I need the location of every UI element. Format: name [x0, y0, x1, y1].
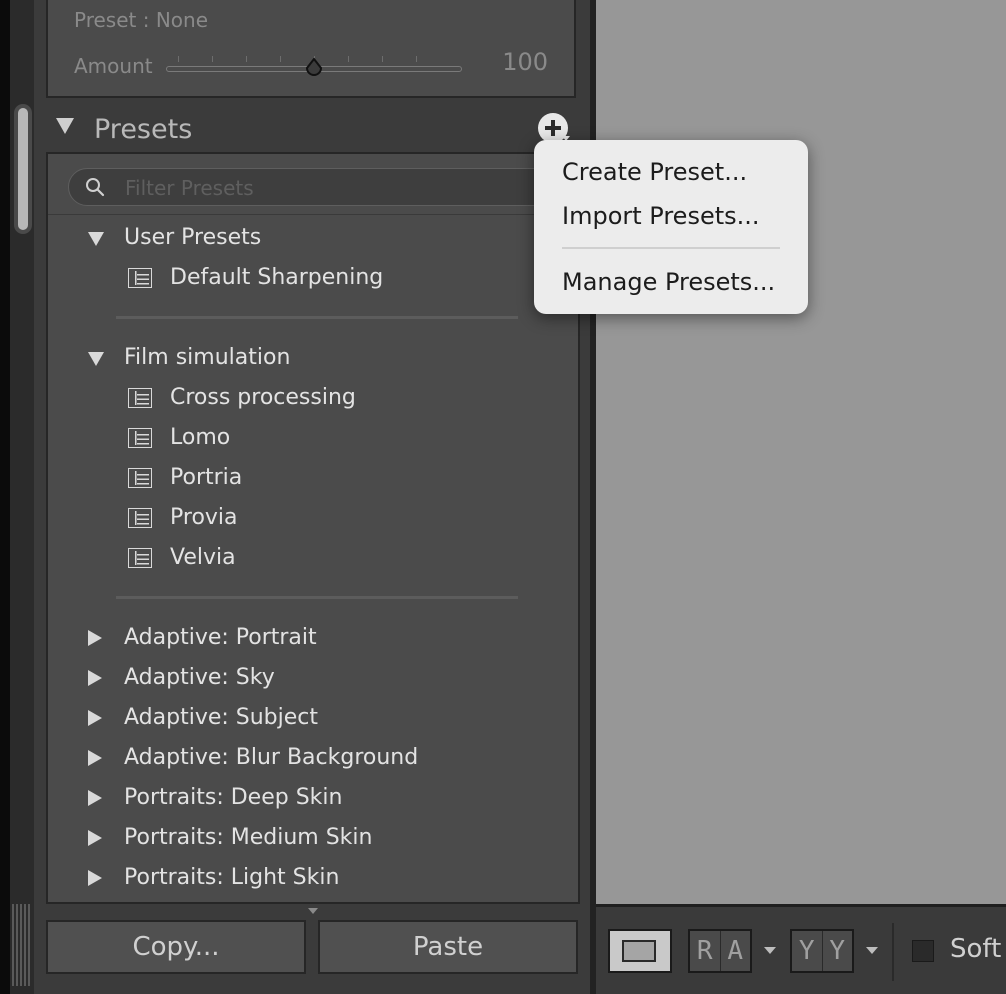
expand-triangle-icon[interactable] [88, 830, 102, 846]
expand-triangle-icon[interactable] [88, 710, 102, 726]
collapse-triangle-icon[interactable] [56, 118, 74, 134]
filter-presets-field[interactable] [68, 168, 568, 206]
left-panel: Preset : None Amount 100 Presets User Pr… [34, 0, 590, 994]
preset-group[interactable]: Portraits: Light Skin [124, 858, 339, 898]
preset-icon [128, 388, 152, 408]
preset-item[interactable]: Velvia [170, 538, 236, 578]
preset-item[interactable]: Provia [170, 498, 238, 538]
chevron-down-icon[interactable] [764, 947, 776, 954]
amount-label: Amount [74, 54, 153, 78]
preset-label: Preset : None [74, 8, 208, 32]
menu-item-import-presets[interactable]: Import Presets... [562, 202, 760, 230]
preset-item[interactable]: Cross processing [170, 378, 356, 418]
preset-group[interactable]: Portraits: Deep Skin [124, 778, 342, 818]
preset-icon [128, 268, 152, 288]
preset-item[interactable]: Default Sharpening [170, 258, 383, 298]
panel-scrollbar-thumb[interactable] [14, 104, 32, 234]
toolbar-letter: Y [798, 936, 815, 966]
toolbar-divider [892, 923, 894, 981]
before-after-swap[interactable]: Y Y [790, 929, 854, 973]
preset-item[interactable]: Lomo [170, 418, 230, 458]
group-separator [116, 596, 518, 599]
amount-value: 100 [502, 48, 548, 76]
expand-triangle-icon[interactable] [88, 670, 102, 686]
preset-group[interactable]: Adaptive: Blur Background [124, 738, 418, 778]
preset-icon [128, 468, 152, 488]
window-edge [0, 0, 10, 994]
group-separator [116, 316, 518, 319]
soft-proofing-label: Soft [950, 934, 1002, 964]
menu-item-create-preset[interactable]: Create Preset... [562, 158, 747, 186]
preset-group-film-simulation[interactable]: Film simulation [124, 338, 290, 378]
bottom-toolbar: R A Y Y Soft [596, 904, 1006, 994]
loupe-view-button[interactable] [608, 929, 672, 973]
preset-group[interactable]: Adaptive: Sky [124, 658, 275, 698]
before-after-toggle[interactable]: R A [688, 929, 752, 973]
filter-presets-input[interactable] [123, 173, 527, 203]
toolbar-letter: R [696, 936, 713, 966]
preset-icon [128, 428, 152, 448]
presets-list: User Presets Default Sharpening Film sim… [46, 152, 580, 904]
menu-separator [562, 247, 780, 249]
preset-context-menu: Create Preset... Import Presets... Manag… [534, 140, 808, 314]
menu-item-manage-presets[interactable]: Manage Presets... [562, 268, 775, 296]
image-canvas[interactable] [596, 0, 1006, 904]
preset-group-user-presets[interactable]: User Presets [124, 218, 261, 258]
copy-button[interactable]: Copy... [46, 920, 306, 974]
search-icon [86, 178, 105, 197]
expand-triangle-icon[interactable] [88, 750, 102, 766]
presets-section-header[interactable]: Presets [34, 100, 590, 152]
chevron-down-icon[interactable] [866, 947, 878, 954]
amount-slider-handle[interactable] [304, 58, 324, 78]
preset-group[interactable]: Adaptive: Subject [124, 698, 318, 738]
expand-triangle-icon[interactable] [88, 232, 104, 246]
toolbar-letter: Y [821, 931, 853, 971]
preset-icon [128, 548, 152, 568]
presets-title: Presets [94, 114, 193, 145]
toolbar-letter: A [719, 931, 751, 971]
soft-proofing-checkbox[interactable] [912, 940, 934, 962]
preset-item[interactable]: Portria [170, 458, 242, 498]
preset-group[interactable]: Portraits: Medium Skin [124, 818, 372, 858]
expand-triangle-icon[interactable] [88, 630, 102, 646]
filter-divider [48, 214, 578, 215]
panel-resize-notch [308, 908, 318, 914]
panel-resize-grip[interactable] [12, 904, 32, 986]
detail-section: Preset : None Amount 100 [46, 0, 576, 98]
preset-icon [128, 508, 152, 528]
expand-triangle-icon[interactable] [88, 870, 102, 886]
paste-button[interactable]: Paste [318, 920, 578, 974]
expand-triangle-icon[interactable] [88, 352, 104, 366]
expand-triangle-icon[interactable] [88, 790, 102, 806]
preset-group[interactable]: Adaptive: Portrait [124, 618, 317, 658]
